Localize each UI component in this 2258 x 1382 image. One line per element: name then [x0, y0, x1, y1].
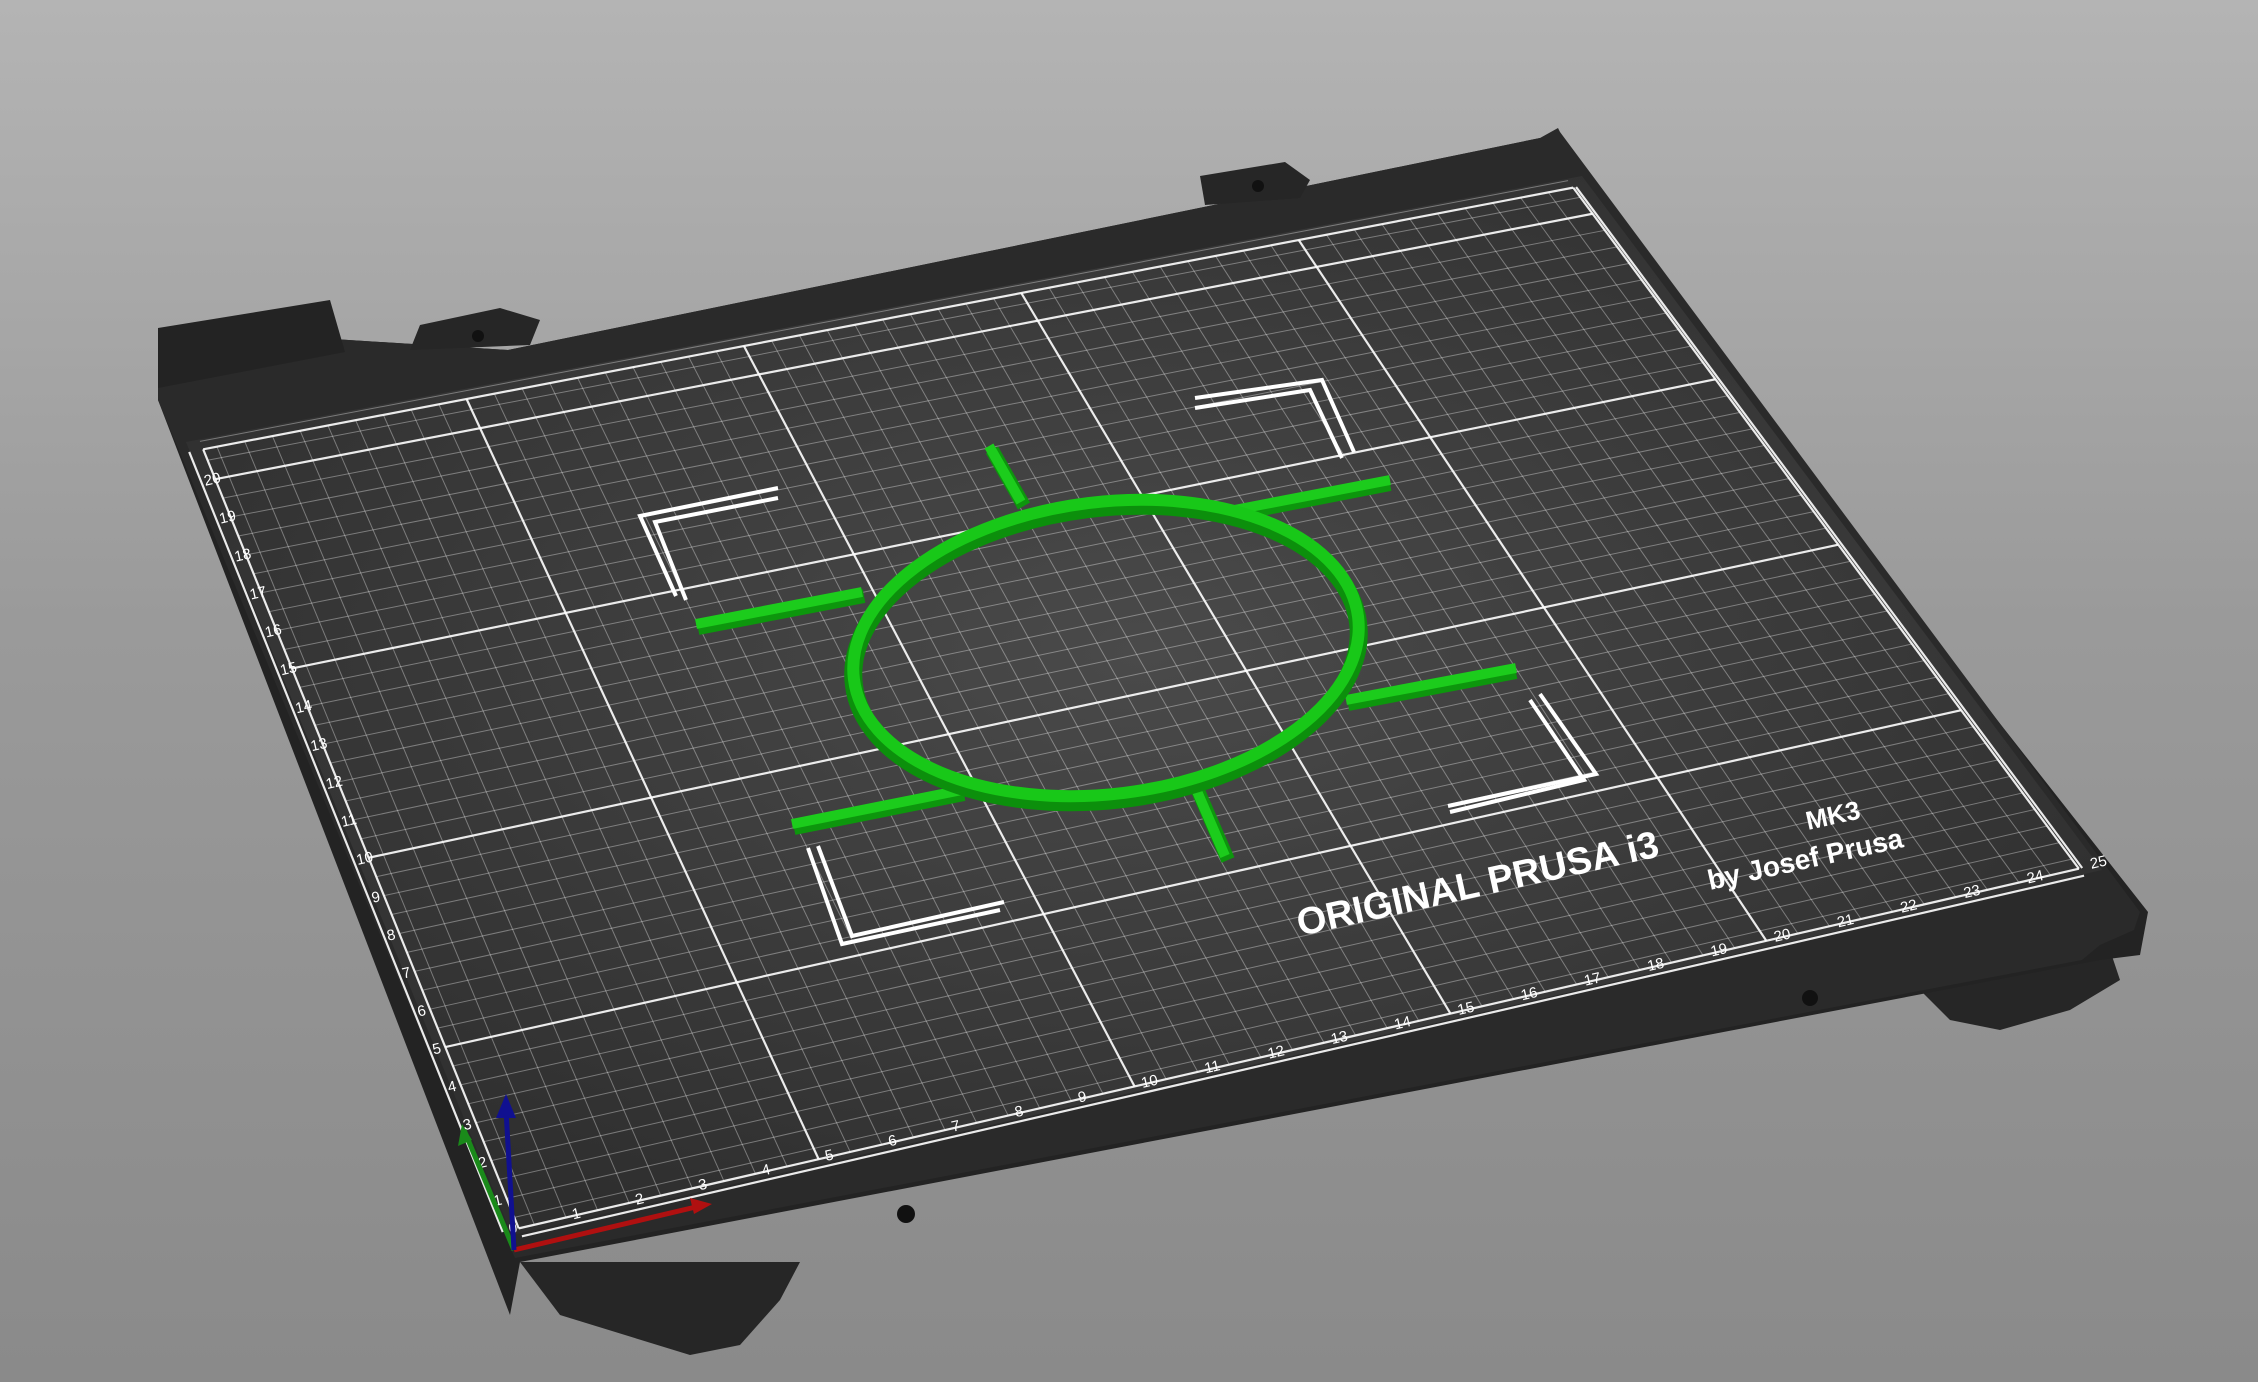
bed-hole: [1252, 180, 1264, 192]
print-bed: 0123456789101112131415161718192021222324…: [158, 128, 2148, 1355]
3d-viewport[interactable]: 0123456789101112131415161718192021222324…: [0, 0, 2258, 1382]
bed-hole: [1802, 990, 1818, 1006]
bed-foot-left: [520, 1262, 800, 1355]
scene-canvas[interactable]: 0123456789101112131415161718192021222324…: [0, 0, 2258, 1382]
bed-tab-mid: [410, 308, 540, 350]
bed-hole: [897, 1205, 915, 1223]
bed-hole: [472, 330, 484, 342]
